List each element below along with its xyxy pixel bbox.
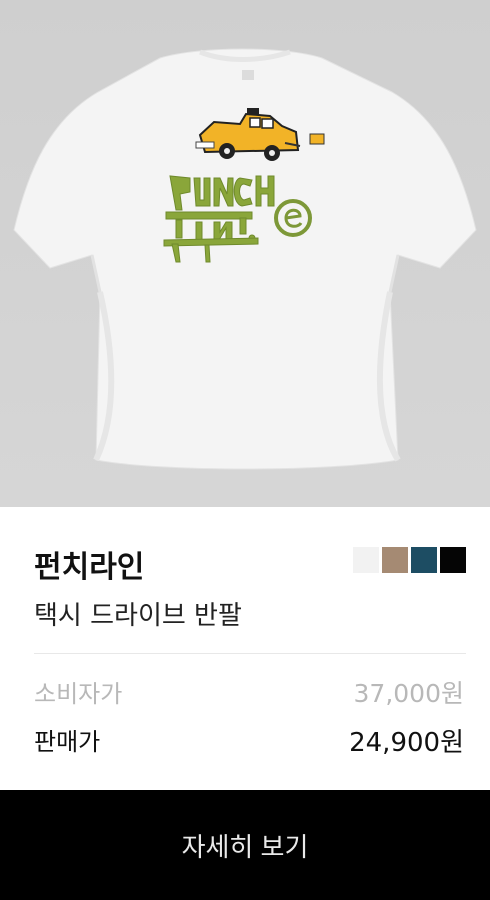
sale-price-row: 판매가 24,900원	[34, 722, 464, 759]
product-image[interactable]	[0, 0, 490, 507]
product-info: 펀치라인 택시 드라이브 반팔 소비자가 37,000원 판매가 24,900원	[0, 507, 490, 790]
sale-price-value: 24,900원	[349, 728, 464, 758]
tshirt-illustration	[13, 48, 477, 470]
retail-price-row: 소비자가 37,000원	[34, 674, 464, 710]
product-name: 택시 드라이브 반팔	[34, 601, 242, 631]
color-swatch-teal[interactable]	[411, 547, 437, 573]
divider	[34, 653, 466, 654]
retail-price-value: 37,000원	[353, 679, 464, 708]
retail-price-label: 소비자가	[34, 680, 123, 708]
product-card: 펀치라인 택시 드라이브 반팔 소비자가 37,000원 판매가 24,900원…	[0, 0, 490, 900]
sale-price-label: 판매가	[34, 728, 101, 756]
color-swatch-beige[interactable]	[382, 547, 408, 573]
view-details-button[interactable]: 자세히 보기	[0, 790, 490, 900]
color-swatches	[353, 547, 466, 573]
brand-name: 펀치라인	[34, 550, 145, 585]
color-swatch-white[interactable]	[353, 547, 379, 573]
color-swatch-black[interactable]	[440, 547, 466, 573]
